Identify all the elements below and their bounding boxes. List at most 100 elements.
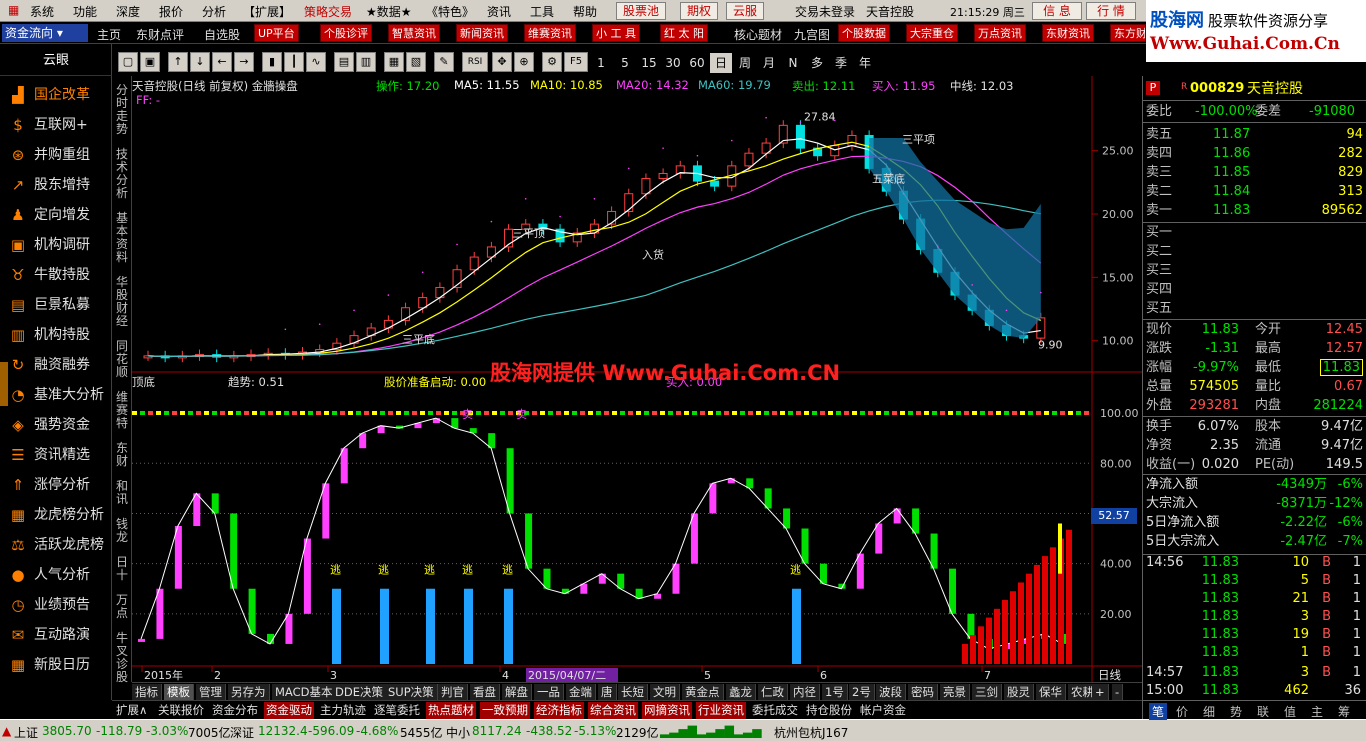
- zoom-in-icon[interactable]: ▢: [118, 52, 138, 72]
- indicator-tab-17[interactable]: 仁政: [758, 684, 788, 700]
- ext-tab-5[interactable]: 逐笔委托: [372, 702, 422, 719]
- quote-tab-1[interactable]: 价: [1176, 703, 1188, 720]
- indicator-tab-22[interactable]: 密码: [908, 684, 938, 700]
- vtab-7[interactable]: 和讯: [114, 480, 130, 506]
- indicator-tab-7[interactable]: 判官: [438, 684, 468, 700]
- ext-tab-1[interactable]: 关联报价: [156, 702, 206, 719]
- sidebar-item-7[interactable]: ▤ 巨景私募: [0, 290, 112, 320]
- login-status[interactable]: 交易未登录: [795, 3, 855, 20]
- menu-item-help[interactable]: 帮助: [573, 3, 597, 20]
- nav-bulk-holdings[interactable]: 大宗重仓: [906, 24, 958, 42]
- nav-dongcai-news[interactable]: 东财资讯: [1042, 24, 1094, 42]
- vtab-4[interactable]: 同花顺: [114, 340, 130, 379]
- menu-item-analysis[interactable]: 分析: [202, 3, 226, 20]
- arrow-down-icon[interactable]: ↓: [190, 52, 210, 72]
- period-7[interactable]: 月: [758, 53, 780, 73]
- menu-item-tools[interactable]: 工具: [530, 3, 554, 20]
- indicator-tab-16[interactable]: 蠡龙: [726, 684, 756, 700]
- cloud-service-button[interactable]: 云服: [726, 2, 765, 20]
- vtab-5[interactable]: 维赛特: [114, 391, 130, 430]
- period-2[interactable]: 15: [638, 53, 660, 73]
- zoom-out-icon[interactable]: ▣: [140, 52, 160, 72]
- vtab-6[interactable]: 东财: [114, 442, 130, 468]
- sidebar-item-13[interactable]: ⇑ 涨停分析: [0, 470, 112, 500]
- vtab-0[interactable]: 分时走势: [114, 84, 130, 136]
- vtab-3[interactable]: 华股财经: [114, 276, 130, 328]
- market-button[interactable]: 行 情: [1086, 2, 1136, 20]
- overlay-icon[interactable]: ▤: [334, 52, 354, 72]
- sidebar-item-5[interactable]: ▣ 机构调研: [0, 230, 112, 260]
- nav-up-platform[interactable]: UP平台: [254, 24, 299, 42]
- grid-icon[interactable]: ▦: [384, 52, 404, 72]
- ext-tab-11[interactable]: 行业资讯: [696, 702, 746, 719]
- quote-tab-7[interactable]: 筹: [1338, 703, 1350, 720]
- indicator-tab-14[interactable]: 文明: [650, 684, 680, 700]
- indicator-tab-2[interactable]: 管理: [196, 684, 226, 700]
- arrow-left-icon[interactable]: ←: [212, 52, 232, 72]
- period-1[interactable]: 5: [614, 53, 636, 73]
- menu-item-depth[interactable]: 深度: [116, 3, 140, 20]
- period-0[interactable]: 1: [590, 53, 612, 73]
- quote-tab-6[interactable]: 主: [1311, 703, 1323, 720]
- period-10[interactable]: 季: [830, 53, 852, 73]
- sidebar-item-17[interactable]: ◷ 业绩预告: [0, 590, 112, 620]
- sidebar-item-10[interactable]: ◔ 基准大分析: [0, 380, 112, 410]
- indicator-tab-25[interactable]: 股灵: [1004, 684, 1034, 700]
- sidebar-item-14[interactable]: ▦ 龙虎榜分析: [0, 500, 112, 530]
- vtab-10[interactable]: 万点: [114, 594, 130, 620]
- indicator-tab-10[interactable]: 一品: [534, 684, 564, 700]
- period-4[interactable]: 60: [686, 53, 708, 73]
- draw-icon[interactable]: ✎: [434, 52, 454, 72]
- period-8[interactable]: N: [782, 53, 804, 73]
- sh-label[interactable]: 上证: [14, 724, 38, 741]
- rsi-button[interactable]: RSI: [462, 52, 488, 72]
- indicator-tab-20[interactable]: 2号: [849, 684, 875, 700]
- sidebar-item-9[interactable]: ↻ 融资融券: [0, 350, 112, 380]
- vtab-8[interactable]: 钱龙: [114, 518, 130, 544]
- quote-tab-3[interactable]: 势: [1230, 703, 1242, 720]
- info-button[interactable]: 信 息: [1032, 2, 1082, 20]
- indicator-tab-21[interactable]: 波段: [876, 684, 906, 700]
- sidebar-item-12[interactable]: ☰ 资讯精选: [0, 440, 112, 470]
- move-icon[interactable]: ✥: [492, 52, 512, 72]
- menu-item-extend[interactable]: 【扩展】: [243, 3, 291, 20]
- ext-tab-6[interactable]: 热点题材: [426, 702, 476, 719]
- menu-item-quote[interactable]: 报价: [159, 3, 183, 20]
- nav-weisai-news[interactable]: 维赛资讯: [524, 24, 576, 42]
- nav-watchlist[interactable]: 自选股: [204, 26, 240, 43]
- nav-wandian-news[interactable]: 万点资讯: [974, 24, 1026, 42]
- arrow-up-icon[interactable]: ↑: [168, 52, 188, 72]
- sidebar-item-0[interactable]: ▟ 国企改革: [0, 80, 112, 110]
- menu-item-feature[interactable]: 《特色》: [426, 3, 474, 20]
- menu-item-data[interactable]: ★数据★: [366, 3, 412, 20]
- ext-tab-13[interactable]: 持仓股份: [804, 702, 854, 719]
- nav-dongfang[interactable]: 东方财: [1110, 24, 1146, 42]
- vtab-1[interactable]: 技术分析: [114, 148, 130, 200]
- quote-tab-0[interactable]: 笔: [1149, 703, 1168, 720]
- sidebar-item-18[interactable]: ✉ 互动路演: [0, 620, 112, 650]
- indicator-tab-26[interactable]: 保华: [1036, 684, 1066, 700]
- indicator-tab-18[interactable]: 内径: [790, 684, 820, 700]
- indicator-tab-1[interactable]: 模板: [164, 684, 194, 700]
- indicator-tab-24[interactable]: 三剑: [972, 684, 1002, 700]
- indicator-tab-3[interactable]: 另存为: [228, 684, 270, 700]
- remove-tab-icon[interactable]: -: [1112, 684, 1124, 700]
- sidebar-item-11[interactable]: ◈ 强势资金: [0, 410, 112, 440]
- sidebar-item-6[interactable]: ♉ 牛散持股: [0, 260, 112, 290]
- settings-icon[interactable]: ⚙: [542, 52, 562, 72]
- nav-smart-news[interactable]: 智慧资讯: [388, 24, 440, 42]
- table-icon[interactable]: ▧: [406, 52, 426, 72]
- ext-tab-3[interactable]: 资金驱动: [264, 702, 314, 719]
- add-tab-icon[interactable]: +: [1092, 684, 1109, 700]
- nav-core-theme[interactable]: 核心题材: [734, 26, 782, 43]
- indicator-tab-15[interactable]: 黄金点: [682, 684, 724, 700]
- period-11[interactable]: 年: [854, 53, 876, 73]
- indicator-tab-12[interactable]: 唐: [598, 684, 617, 700]
- magnify-icon[interactable]: ⊕: [514, 52, 534, 72]
- indicator-tab-23[interactable]: 亮景: [940, 684, 970, 700]
- options-button[interactable]: 期权: [680, 2, 719, 20]
- indicator-tab-13[interactable]: 长短: [618, 684, 648, 700]
- sz-label[interactable]: 深证: [230, 724, 254, 741]
- sidebar-item-16[interactable]: ● 人气分析: [0, 560, 112, 590]
- period-9[interactable]: 多: [806, 53, 828, 73]
